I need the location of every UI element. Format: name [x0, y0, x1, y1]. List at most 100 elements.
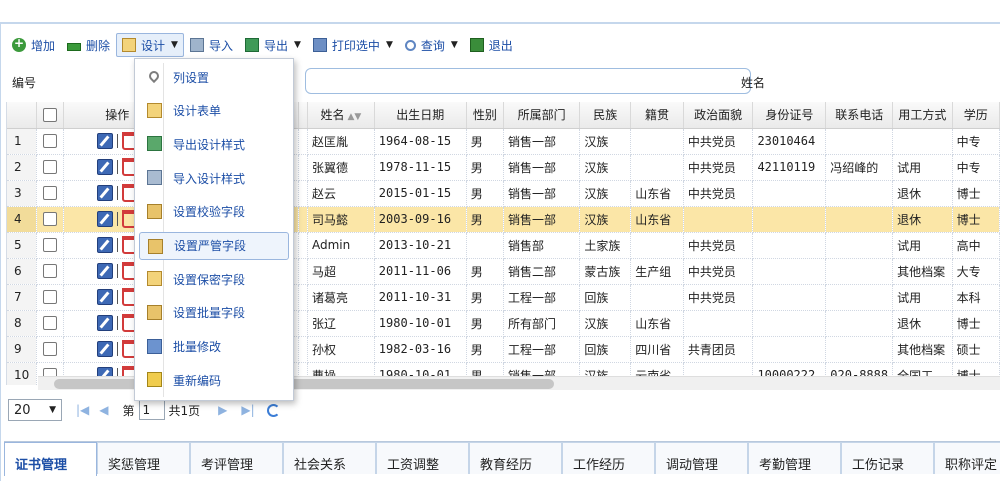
prev-page-icon[interactable]: ◀ — [99, 403, 108, 417]
row-checkbox-cell[interactable] — [36, 128, 65, 155]
edit-icon[interactable] — [97, 185, 114, 201]
menu-item[interactable]: 设置校验字段 — [139, 198, 289, 226]
col-header-phone[interactable]: 联系电话 — [825, 102, 894, 129]
menu-item[interactable]: 导出设计样式 — [139, 130, 289, 158]
checkbox[interactable] — [43, 186, 58, 201]
col-header-politic[interactable]: 政治面貌 — [683, 102, 754, 129]
menu-item[interactable]: 设置严管字段 — [139, 231, 289, 260]
cell-emp — [892, 128, 953, 155]
tab-item[interactable]: 奖惩管理 — [97, 442, 190, 474]
checkbox[interactable] — [43, 108, 58, 122]
edit-icon[interactable] — [97, 237, 114, 253]
edit-icon[interactable] — [97, 211, 114, 227]
cell-sex — [466, 232, 504, 259]
cell-politic: 中共党员 — [683, 284, 754, 311]
query-button[interactable]: 查询 ▼ — [399, 33, 464, 57]
row-number: 3 — [7, 180, 37, 207]
checkbox[interactable] — [43, 160, 58, 175]
exit-button[interactable]: 退出 — [464, 33, 519, 57]
last-page-icon[interactable]: ▶| — [241, 403, 254, 417]
tab-item[interactable]: 考评管理 — [190, 442, 283, 474]
refresh-icon[interactable] — [266, 403, 280, 417]
cell-idno — [752, 180, 827, 207]
row-checkbox-cell[interactable] — [36, 310, 65, 337]
checkbox[interactable] — [43, 212, 58, 227]
col-header-dept[interactable]: 所属部门 — [503, 102, 581, 129]
row-checkbox-cell[interactable] — [36, 258, 65, 285]
print-selected-button[interactable]: 打印选中 ▼ — [307, 33, 399, 57]
edit-icon[interactable] — [97, 159, 114, 175]
cell-politic — [683, 206, 754, 233]
chevron-down-icon: ▼ — [385, 40, 393, 50]
row-checkbox-cell[interactable] — [36, 284, 65, 311]
tab-item[interactable]: 教育经历 — [469, 442, 562, 474]
col-header-origin[interactable]: 籍贯 — [630, 102, 684, 129]
col-header-nation[interactable]: 民族 — [579, 102, 632, 129]
next-page-icon[interactable]: ▶ — [218, 403, 227, 417]
menu-item[interactable]: 设置保密字段 — [139, 265, 289, 293]
tab-item[interactable]: 考勤管理 — [748, 442, 841, 474]
tab-item[interactable]: 职称评定 — [934, 442, 1000, 474]
edit-icon[interactable] — [97, 263, 114, 279]
menu-item[interactable]: 设计表单 — [139, 97, 289, 125]
first-page-icon[interactable]: |◀ — [76, 403, 89, 417]
cell-birth: 2013-10-21 — [374, 232, 467, 259]
tab-item[interactable]: 证书管理 — [4, 442, 97, 476]
scrollbar-thumb[interactable] — [54, 379, 554, 389]
design-button[interactable]: 设计 ▼ — [116, 33, 184, 57]
cell-idno — [752, 232, 827, 259]
menu-item[interactable]: 列设置 — [139, 63, 289, 91]
col-header-birth[interactable]: 出生日期 — [374, 102, 467, 129]
export-button[interactable]: 导出 ▼ — [239, 33, 307, 57]
cell-emp: 试用 — [892, 154, 953, 181]
checkbox[interactable] — [43, 342, 58, 357]
add-button[interactable]: 增加 — [6, 33, 61, 57]
recode-icon — [147, 372, 162, 388]
cell-nation: 汉族 — [579, 154, 632, 181]
form-icon — [147, 102, 162, 118]
edit-icon[interactable] — [97, 133, 114, 149]
row-checkbox-cell[interactable] — [36, 336, 65, 363]
name-search-input[interactable] — [305, 68, 751, 94]
checkbox[interactable] — [43, 316, 58, 331]
row-checkbox-cell[interactable] — [36, 206, 65, 233]
tab-item[interactable]: 社会关系 — [283, 442, 376, 474]
col-header-edu[interactable]: 学历 — [952, 102, 1000, 129]
cell-dept: 销售一部 — [503, 154, 581, 181]
menu-item[interactable]: 批量修改 — [139, 333, 289, 361]
folder-check-icon — [147, 203, 162, 219]
cell-nation: 回族 — [579, 284, 632, 311]
col-header-sex[interactable]: 性别 — [466, 102, 504, 129]
edit-icon[interactable] — [97, 315, 114, 331]
menu-item[interactable]: 设置批量字段 — [139, 299, 289, 327]
checkbox[interactable] — [43, 264, 58, 279]
row-checkbox-cell[interactable] — [36, 180, 65, 207]
rownum-header — [7, 102, 37, 129]
tab-item[interactable]: 工伤记录 — [841, 442, 934, 474]
select-all-checkbox[interactable] — [36, 102, 65, 129]
tab-item[interactable]: 工作经历 — [562, 442, 655, 474]
checkbox[interactable] — [43, 290, 58, 305]
row-checkbox-cell[interactable] — [36, 232, 65, 259]
col-header-name[interactable]: 姓名 ▲▼ — [307, 102, 375, 129]
checkbox[interactable] — [43, 134, 58, 149]
row-number: 9 — [7, 336, 37, 363]
tab-item[interactable]: 调动管理 — [655, 442, 748, 474]
page-number-input[interactable]: 1 — [138, 400, 165, 420]
menu-item[interactable]: 导入设计样式 — [139, 164, 289, 192]
col-header-emp[interactable]: 用工方式 — [892, 102, 953, 129]
add-icon — [12, 36, 26, 52]
name-label: 姓名 — [741, 76, 766, 90]
edit-icon[interactable] — [97, 289, 114, 305]
chevron-down-icon: ▼ — [294, 40, 301, 50]
page-size-select[interactable]: 20 ▼ — [8, 399, 62, 421]
row-checkbox-cell[interactable] — [36, 154, 65, 181]
edit-icon[interactable] — [97, 341, 114, 357]
checkbox[interactable] — [43, 238, 58, 253]
menu-item[interactable]: 重新编码 — [139, 366, 289, 394]
cell-idno: 42110119 — [752, 154, 827, 181]
tab-item[interactable]: 工资调整 — [376, 442, 469, 474]
delete-button[interactable]: 删除 — [61, 33, 116, 57]
col-header-idno[interactable]: 身份证号 — [752, 102, 827, 129]
import-button[interactable]: 导入 — [184, 33, 239, 57]
